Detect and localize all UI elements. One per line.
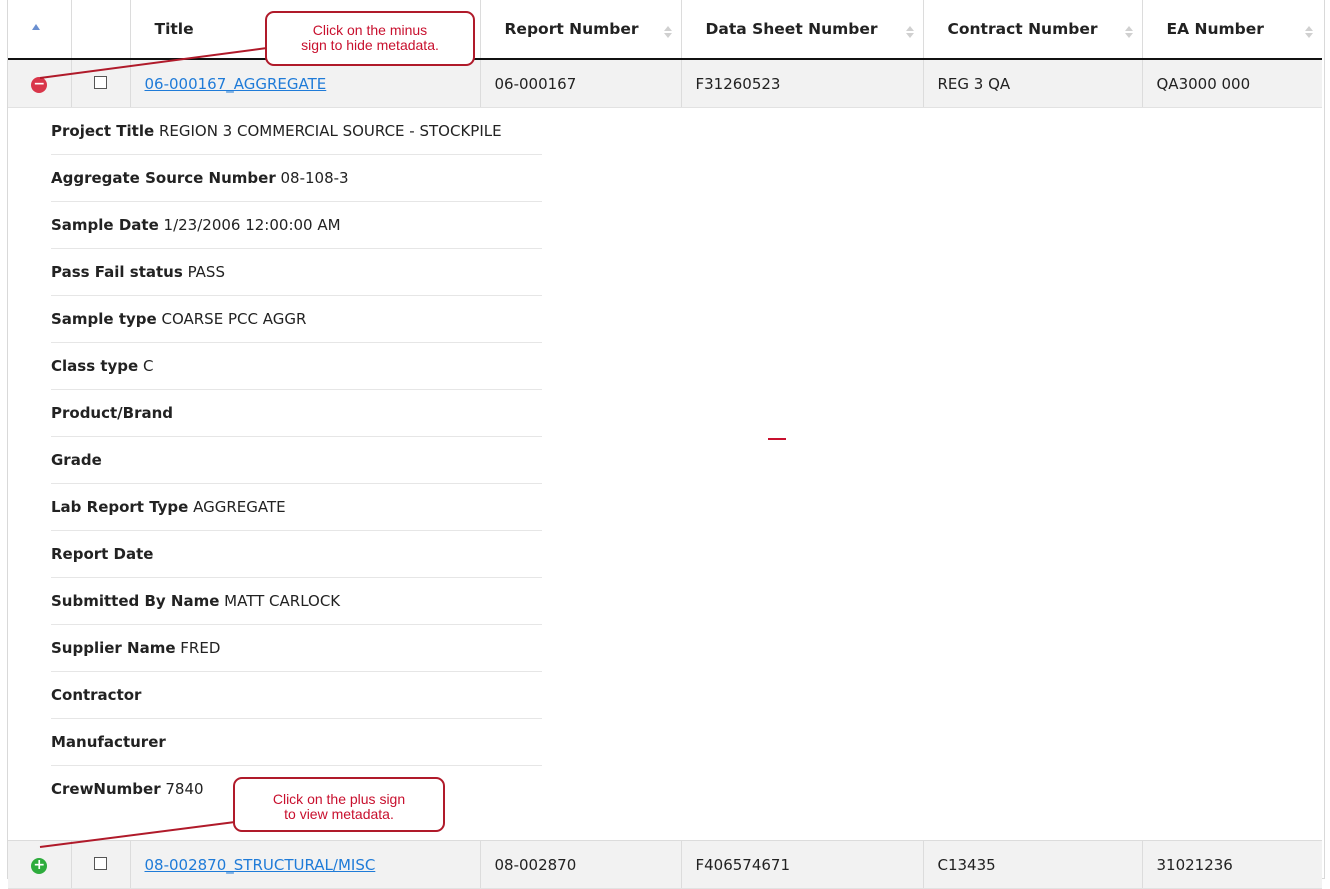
contract-number-cell: C13435 [923, 840, 1143, 889]
ea-number-cell: QA3000 000 [1142, 59, 1322, 108]
contract-number-cell: REG 3 QA [923, 59, 1143, 108]
expand-column-header[interactable] [8, 0, 72, 60]
column-header-ea-number[interactable]: EA Number [1142, 0, 1322, 60]
sort-icon [905, 26, 914, 40]
metadata-item: Lab Report Type AGGREGATE [51, 484, 542, 531]
red-dash-mark [768, 438, 786, 440]
metadata-item: Class type C [51, 343, 542, 390]
sort-icon [1124, 26, 1133, 40]
metadata-item: Pass Fail status PASS [51, 249, 542, 296]
column-header-data-sheet-number[interactable]: Data Sheet Number [681, 0, 924, 60]
minus-sign-callout: Click on the minus sign to hide metadata… [265, 11, 475, 66]
metadata-item: Grade [51, 437, 542, 484]
header-row: Title Report Number Data Sheet Number Co… [8, 0, 1322, 71]
metadata-item: Sample Date 1/23/2006 12:00:00 AM [51, 202, 542, 249]
data-sheet-number-cell: F31260523 [681, 59, 924, 108]
metadata-item: Report Date [51, 531, 542, 578]
metadata-list: Project Title REGION 3 COMMERCIAL SOURCE… [51, 108, 542, 812]
metadata-item: Supplier Name FRED [51, 625, 542, 672]
ea-number-cell: 31021236 [1142, 840, 1322, 889]
row-checkbox[interactable] [94, 856, 107, 870]
metadata-item: Sample type COARSE PCC AGGR [51, 296, 542, 343]
row-checkbox[interactable] [94, 75, 107, 89]
report-number-cell: 08-002870 [480, 840, 682, 889]
table-row: − 06-000167_AGGREGATE 06-000167 F3126052… [8, 59, 1322, 108]
title-link[interactable]: 06-000167_AGGREGATE [145, 75, 327, 93]
column-header-report-number[interactable]: Report Number [480, 0, 682, 60]
title-link[interactable]: 08-002870_STRUCTURAL/MISC [145, 856, 376, 874]
plus-circle-icon[interactable]: + [31, 858, 48, 874]
sort-ascending-icon [32, 24, 40, 30]
report-number-cell: 06-000167 [480, 59, 682, 108]
results-grid: Title Report Number Data Sheet Number Co… [8, 0, 1322, 889]
sort-icon [1305, 26, 1313, 40]
metadata-item: Manufacturer [51, 719, 542, 766]
minus-circle-icon[interactable]: − [31, 77, 48, 93]
metadata-item: Product/Brand [51, 390, 542, 437]
metadata-item: Submitted By Name MATT CARLOCK [51, 578, 542, 625]
sort-icon [663, 26, 672, 40]
column-header-contract-number[interactable]: Contract Number [923, 0, 1143, 60]
metadata-detail-row: Project Title REGION 3 COMMERCIAL SOURCE… [8, 107, 1322, 841]
metadata-item: Contractor [51, 672, 542, 719]
table-row: + 08-002870_STRUCTURAL/MISC 08-002870 F4… [8, 840, 1322, 889]
metadata-item: Aggregate Source Number 08-108-3 [51, 155, 542, 202]
metadata-item: Project Title REGION 3 COMMERCIAL SOURCE… [51, 108, 542, 155]
data-sheet-number-cell: F406574671 [681, 840, 924, 889]
plus-sign-callout: Click on the plus sign to view metadata. [233, 777, 445, 832]
